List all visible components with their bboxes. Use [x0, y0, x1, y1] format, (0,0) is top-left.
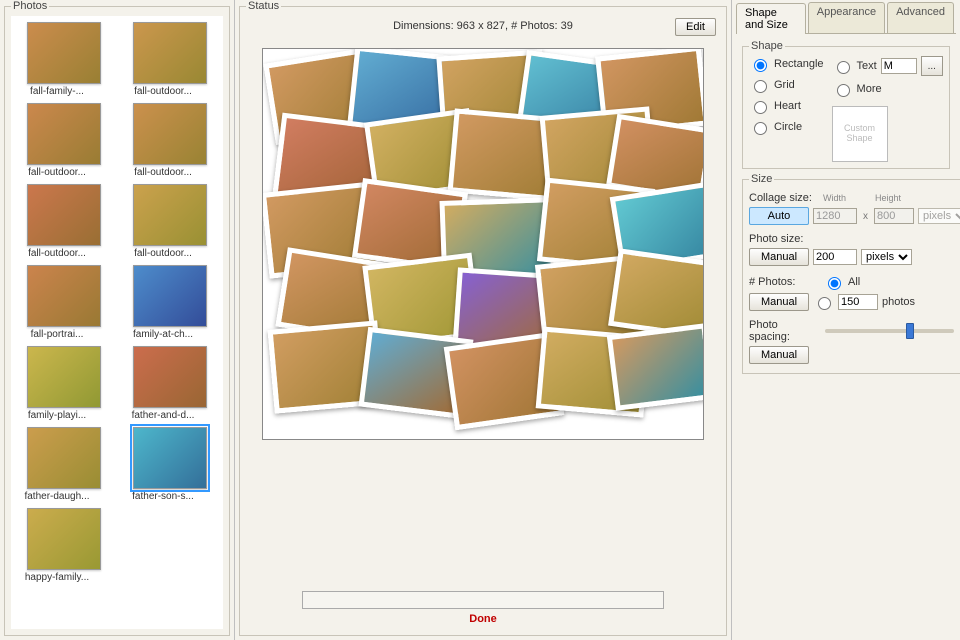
num-photos-count-radio[interactable]	[813, 294, 834, 310]
shape-option-circle[interactable]: Circle	[749, 119, 824, 135]
thumbnail-label: fall-outdoor...	[119, 167, 207, 178]
thumbnail-label: father-son-s...	[119, 491, 207, 502]
thumbnail-image	[27, 22, 101, 84]
thumbnail-label: family-playi...	[13, 410, 101, 421]
shape-group-title: Shape	[749, 40, 785, 52]
thumbnail-label: family-at-ch...	[119, 329, 207, 340]
thumbnail-image	[133, 346, 207, 408]
collage-canvas[interactable]	[262, 48, 704, 440]
size-group-title: Size	[749, 173, 774, 185]
collage-units-select[interactable]: pixels	[918, 208, 960, 224]
thumbnail-label: fall-family-...	[13, 86, 101, 97]
thumbnail[interactable]: family-playi...	[13, 346, 115, 421]
num-photos-all-radio[interactable]: All	[823, 274, 860, 290]
edit-button[interactable]: Edit	[675, 18, 716, 36]
thumbnail-image	[133, 103, 207, 165]
thumbnail[interactable]: family-at-ch...	[119, 265, 221, 340]
thumbnail[interactable]: fall-outdoor...	[119, 22, 221, 97]
thumbnail[interactable]: fall-outdoor...	[13, 103, 115, 178]
thumbnail-label: father-daugh...	[13, 491, 101, 502]
thumbnail[interactable]: fall-family-...	[13, 22, 115, 97]
done-label: Done	[469, 613, 497, 625]
thumbnail-label: happy-family...	[13, 572, 101, 583]
shape-option-more[interactable]: More	[832, 81, 943, 97]
thumbnail-label: fall-outdoor...	[119, 86, 207, 97]
tab-shape-and-size[interactable]: Shape and Size	[736, 3, 806, 34]
thumbnail[interactable]: fall-outdoor...	[13, 184, 115, 259]
thumbnail[interactable]: happy-family...	[13, 508, 115, 583]
photos-scroll[interactable]: fall-family-... fall-outdoor... fall-outdo…	[11, 16, 223, 629]
thumbnail-image	[27, 346, 101, 408]
shape-option-rectangle[interactable]: Rectangle	[749, 56, 824, 72]
thumbnail[interactable]: fall-outdoor...	[119, 184, 221, 259]
photo-spacing-label: Photo spacing:	[749, 319, 819, 343]
photo-size-field[interactable]	[813, 249, 857, 265]
collage-size-auto-button[interactable]: Auto	[749, 207, 809, 225]
thumbnail[interactable]: father-and-d...	[119, 346, 221, 421]
thumbnail[interactable]: father-daugh...	[13, 427, 115, 502]
collage-height-field[interactable]	[874, 208, 914, 224]
thumbnail-image	[133, 427, 207, 489]
num-photos-label: # Photos:	[749, 276, 819, 288]
tab-advanced[interactable]: Advanced	[887, 2, 954, 33]
collage-tile[interactable]	[607, 323, 704, 411]
photo-spacing-manual-button[interactable]: Manual	[749, 346, 809, 364]
thumbnail-label: father-and-d...	[119, 410, 207, 421]
thumbnail-label: fall-portrai...	[13, 329, 101, 340]
tab-appearance[interactable]: Appearance	[808, 2, 885, 33]
num-photos-field[interactable]	[838, 294, 878, 310]
photo-size-label: Photo size:	[749, 233, 819, 245]
thumbnail-label: fall-outdoor...	[13, 167, 101, 178]
thumbnail-image	[27, 427, 101, 489]
thumbnail-image	[133, 22, 207, 84]
photos-panel-title: Photos	[11, 0, 49, 12]
thumbnail-label: fall-outdoor...	[119, 248, 207, 259]
dimensions-label: Dimensions: 963 x 827, # Photos: 39	[393, 20, 573, 32]
thumbnail-image	[27, 103, 101, 165]
custom-shape-well[interactable]: Custom Shape	[832, 106, 888, 162]
num-photos-manual-button[interactable]: Manual	[749, 293, 809, 311]
photo-size-manual-button[interactable]: Manual	[749, 248, 809, 266]
shape-text-field[interactable]	[881, 58, 917, 74]
thumbnail-label: fall-outdoor...	[13, 248, 101, 259]
shape-text-browse-button[interactable]: ...	[921, 56, 943, 76]
thumbnail-image	[27, 184, 101, 246]
status-panel-title: Status	[246, 0, 281, 12]
thumbnail-image	[27, 265, 101, 327]
collage-width-field[interactable]	[813, 208, 857, 224]
thumbnail-image	[133, 265, 207, 327]
collage-size-label: Collage size:	[749, 192, 819, 204]
thumbnail[interactable]: fall-outdoor...	[119, 103, 221, 178]
shape-option-text[interactable]: Text ...	[832, 56, 943, 76]
thumbnail-image	[133, 184, 207, 246]
thumbnail-image	[27, 508, 101, 570]
shape-option-heart[interactable]: Heart	[749, 98, 824, 114]
photo-units-select[interactable]: pixels	[861, 249, 912, 265]
progress-bar	[302, 591, 664, 609]
thumbnail[interactable]: father-son-s...	[119, 427, 221, 502]
photo-spacing-slider[interactable]	[825, 329, 954, 333]
thumbnail[interactable]: fall-portrai...	[13, 265, 115, 340]
shape-option-grid[interactable]: Grid	[749, 77, 824, 93]
